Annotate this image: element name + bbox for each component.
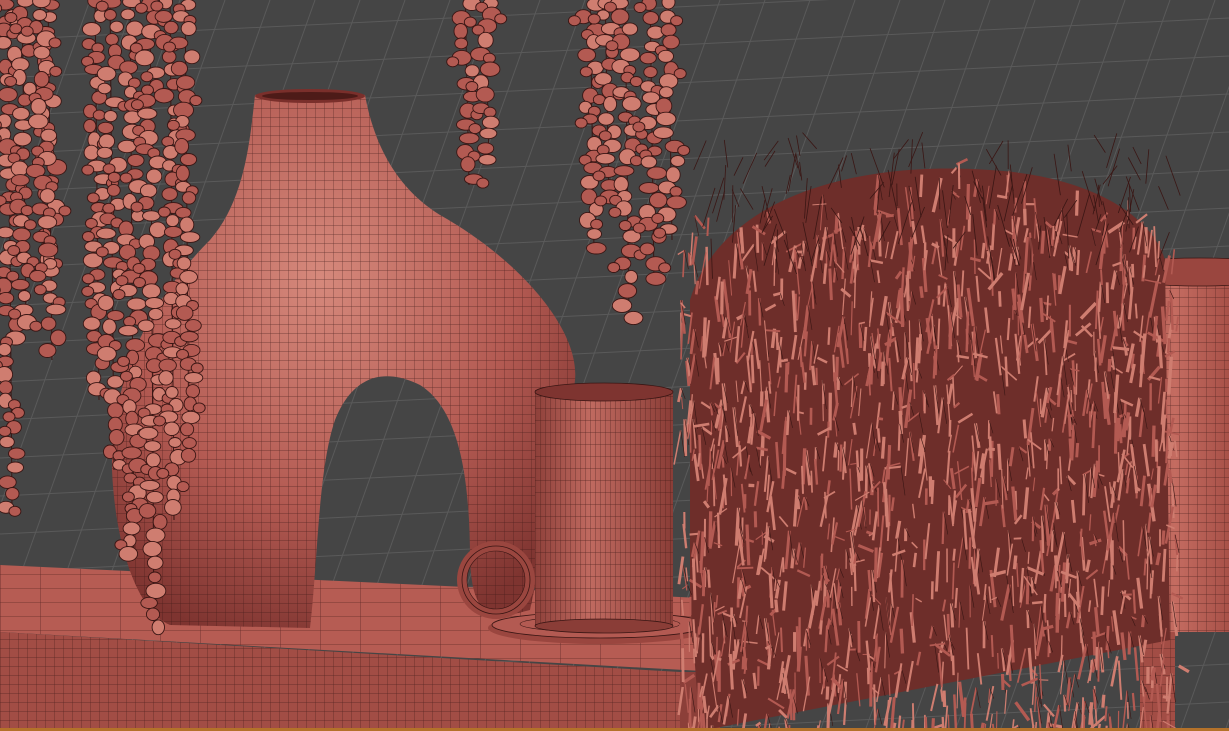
fur-plant xyxy=(673,131,1190,731)
wireframe-scene xyxy=(0,0,1229,731)
3d-viewport[interactable] xyxy=(0,0,1229,731)
